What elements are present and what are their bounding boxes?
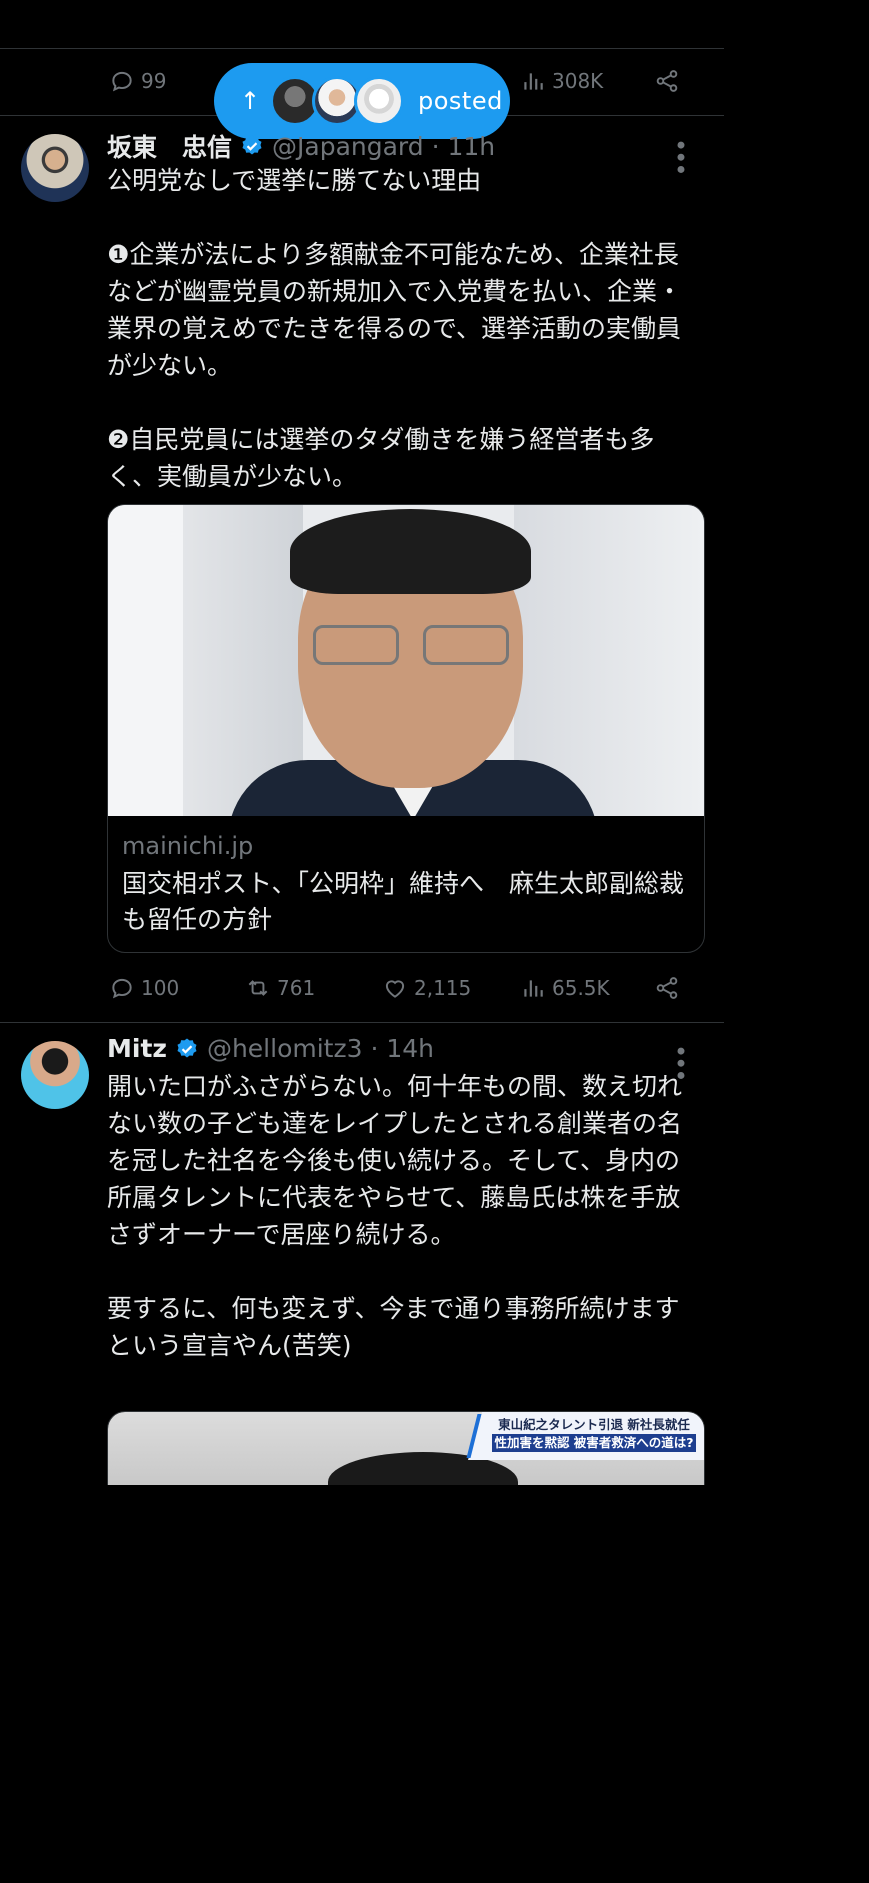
bottom-bar: [0, 1485, 724, 1568]
tweet-text: 公明党なしで選挙に勝てない理由 ❶企業が法により多額献金不可能なため、企業社長な…: [107, 166, 683, 491]
share-button[interactable]: [654, 68, 680, 94]
media-caption-line1: 東山紀之タレント引退 新社長就任: [498, 1417, 690, 1432]
card-image: [108, 505, 704, 816]
avatar: [354, 76, 404, 126]
reply-count: 99: [141, 69, 167, 93]
link-card[interactable]: mainichi.jp 国交相ポスト、「公明枠」維持へ 麻生太郎副総裁も留任の方…: [107, 504, 705, 953]
views-icon: [524, 980, 543, 997]
repost-icon: [248, 980, 268, 996]
repost-button[interactable]: 761: [245, 975, 315, 1001]
reply-count: 100: [141, 976, 180, 1000]
media-caption-line2: 性加害を黙認 被害者救済への道は?: [492, 1434, 696, 1452]
pill-label: posted: [418, 87, 503, 115]
views-count: 65.5K: [552, 976, 610, 1000]
share-button[interactable]: [654, 975, 680, 1001]
views-button[interactable]: 65.5K: [520, 975, 610, 1001]
share-icon: [656, 70, 678, 92]
tweet-divider: [0, 1022, 724, 1023]
arrow-up-icon: ↑: [239, 87, 261, 115]
views-icon: [524, 73, 543, 90]
author-handle[interactable]: @hellomitz3 · 14h: [207, 1034, 434, 1063]
verified-badge-icon: [177, 1038, 197, 1057]
share-icon: [656, 977, 678, 999]
author-name[interactable]: Mitz: [107, 1034, 167, 1063]
repost-count: 761: [277, 976, 316, 1000]
views-button[interactable]: 308K: [520, 68, 603, 94]
heart-icon: [385, 980, 405, 998]
tweet-header: 坂東 忠信 @Japangard · 11h: [107, 128, 495, 164]
tweet-header: Mitz @hellomitz3 · 14h: [107, 1034, 434, 1063]
tweet-media[interactable]: 東山紀之タレント引退 新社長就任 性加害を黙認 被害者救済への道は?: [107, 1411, 705, 1486]
card-domain: mainichi.jp: [122, 832, 254, 860]
pill-avatars: [270, 76, 404, 126]
author-avatar[interactable]: [21, 134, 89, 202]
verified-badge-icon: [242, 135, 262, 155]
top-divider: [0, 48, 724, 49]
author-handle[interactable]: @Japangard · 11h: [272, 132, 495, 161]
like-count: 2,115: [414, 976, 472, 1000]
reply-icon: [112, 978, 132, 999]
author-name[interactable]: 坂東 忠信: [107, 128, 232, 164]
author-avatar[interactable]: [21, 1041, 89, 1109]
reply-button[interactable]: 99: [109, 68, 166, 94]
tweet-text: 開いた口がふさがらない。何十年もの間、数え切れない数の子ども達をレイプしたとされ…: [107, 1072, 683, 1360]
reply-button[interactable]: 100: [109, 975, 179, 1001]
like-button[interactable]: 2,115: [382, 975, 471, 1001]
views-count: 308K: [552, 69, 604, 93]
card-title: 国交相ポスト、「公明枠」維持へ 麻生太郎副総裁も留任の方針: [122, 869, 685, 934]
reply-icon: [112, 71, 132, 92]
